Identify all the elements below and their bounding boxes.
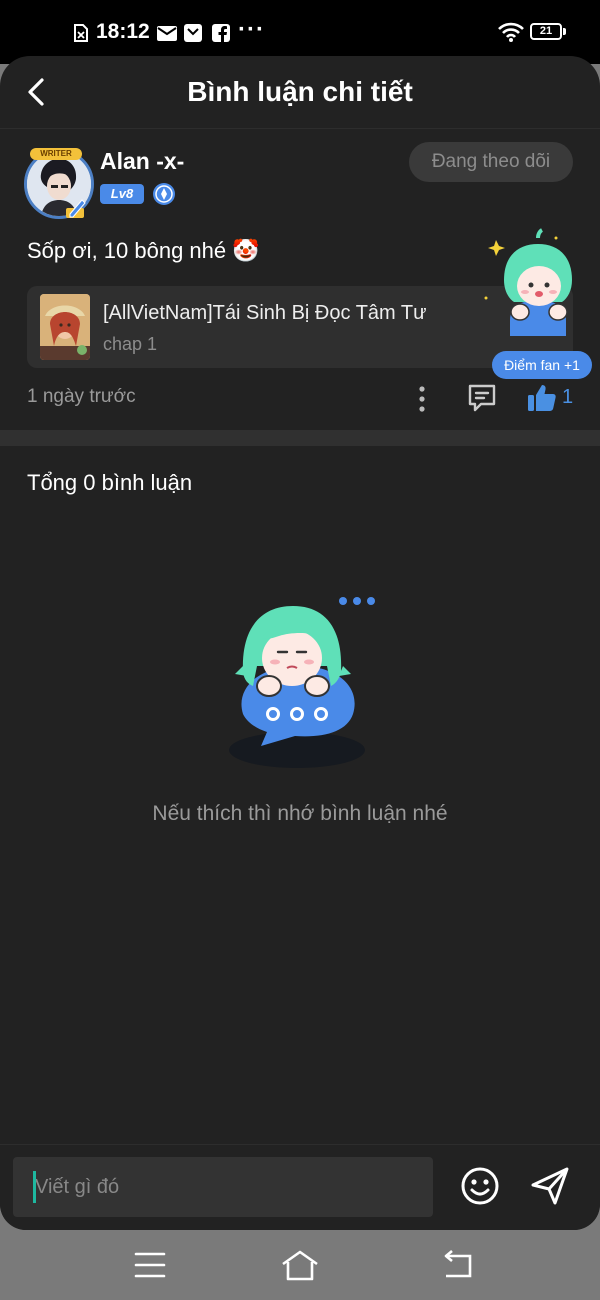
text-cursor: [33, 1171, 36, 1203]
send-icon[interactable]: [529, 1165, 571, 1207]
more-options-icon[interactable]: [410, 384, 434, 414]
system-nav-bar: [0, 1230, 600, 1300]
inbox-icon: [184, 24, 202, 42]
rank-badge-icon: [153, 183, 175, 205]
like-count: 1: [562, 386, 574, 408]
more-notifications-icon: ···: [238, 16, 265, 43]
wifi-icon: [498, 22, 524, 42]
battery-icon: 21: [530, 23, 562, 40]
total-comments: Tổng 0 bình luận: [27, 470, 193, 495]
writer-badge: WRITER: [30, 148, 82, 160]
following-button[interactable]: Đang theo dõi: [409, 142, 573, 182]
page-title: Bình luận chi tiết: [187, 76, 413, 107]
section-divider: [0, 430, 600, 446]
mail-icon: [157, 26, 177, 41]
comment-text: Sốp ơi, 10 bông nhé 🤡: [27, 238, 260, 263]
emoji-icon[interactable]: [459, 1165, 501, 1207]
menu-icon[interactable]: [130, 1248, 170, 1282]
status-bar: 18:12 ··· 21: [0, 0, 600, 64]
empty-state-message: Nếu thích thì nhớ bình luận nhé: [152, 802, 448, 825]
book-cover-art: [40, 294, 90, 360]
empty-comments-mascot-icon: [229, 597, 375, 768]
mascot-sticker: [484, 228, 572, 336]
battery-tip: [563, 28, 566, 35]
comment-input-bar: [0, 1144, 600, 1230]
level-badge: Lv8: [100, 184, 144, 204]
facebook-icon: [212, 24, 230, 42]
reply-comment-icon[interactable]: [466, 382, 498, 414]
header: Bình luận chi tiết: [0, 56, 600, 129]
fan-points-badge: Điểm fan +1: [492, 351, 592, 379]
comment-time: 1 ngày trước: [27, 386, 136, 407]
app-screen: Bình luận chi tiết WRITER Alan -x- Lv8 Đ…: [0, 56, 600, 1230]
like-thumbs-up-icon[interactable]: [526, 382, 558, 414]
username[interactable]: Alan -x-: [100, 148, 184, 175]
book-cover: [40, 294, 90, 360]
back-nav-icon[interactable]: [438, 1248, 478, 1282]
chapter-name: chap 1: [103, 334, 158, 354]
book-title: [AllVietNam]Tái Sinh Bị Đọc Tâm Tư: [103, 302, 427, 324]
comment-input[interactable]: [13, 1157, 433, 1217]
status-time: 18:12: [96, 20, 150, 43]
pencil-icon: [66, 199, 86, 218]
battery-level: 21: [539, 25, 553, 37]
home-icon[interactable]: [280, 1248, 320, 1282]
sim-error-icon: [74, 24, 88, 42]
